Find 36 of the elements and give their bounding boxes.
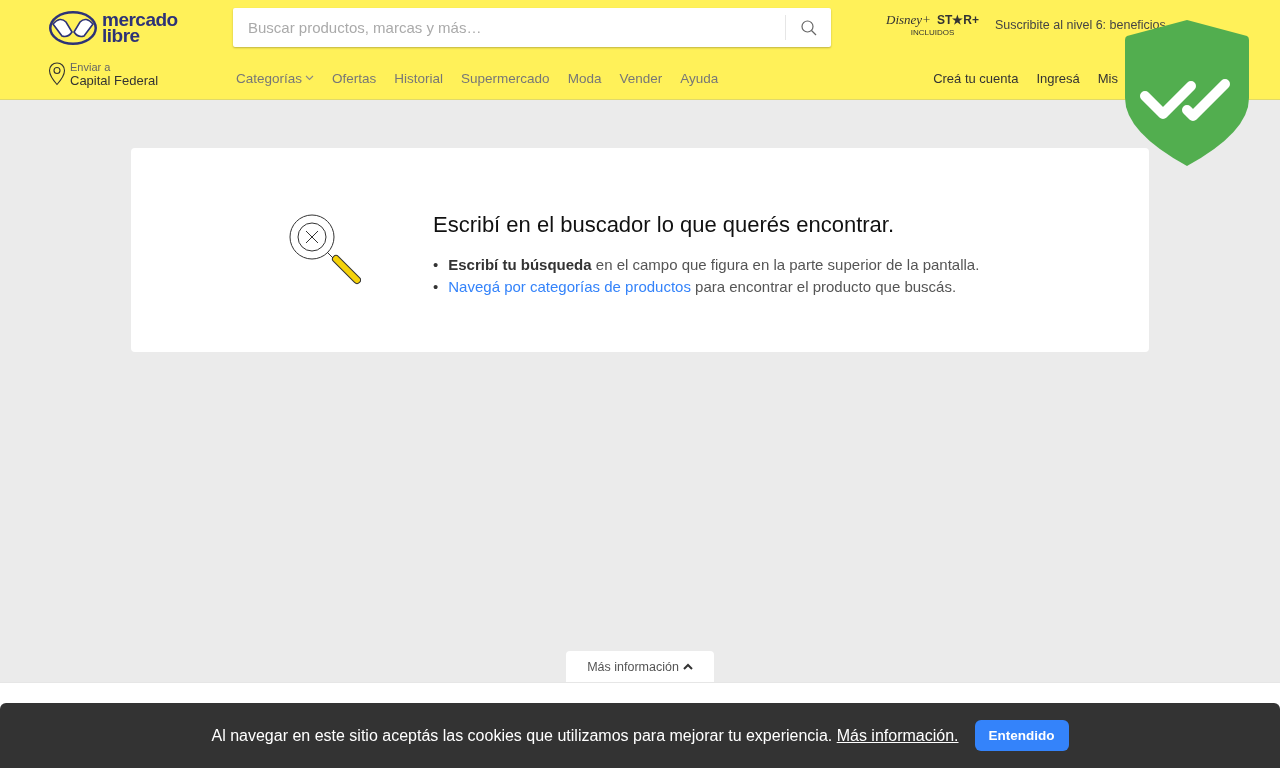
location-value: Capital Federal [70,72,159,88]
brand-caption: INCLUIDOS [910,28,955,37]
logo-text: mercado [102,12,178,28]
nav-link[interactable]: Categorías [236,70,315,86]
nav-link[interactable]: Historial [394,70,444,86]
tip-text: Escribí tu búsqueda en el campo que figura en la parte superior de la pantalla. [448,255,980,275]
location-selector[interactable]: Enviar a Capital Federal [48,60,236,88]
brand-text: ST★R+ [936,13,979,27]
nav-link[interactable]: Moda [567,70,602,86]
brand-text: Disney+ [886,12,931,28]
account-link[interactable]: Ingresá [1036,70,1080,86]
categories-link[interactable]: Navegá por categorías de productos [448,278,691,295]
location-label: Enviar a [70,60,112,73]
empty-state-title: Escribí en el buscador lo que querés encontrar. [433,212,896,238]
more-info-toggle[interactable]: Más información [566,651,714,682]
bullet: • [433,255,439,275]
cookie-text: Al navegar en este sitio aceptás las cookies que utilizamos para mejorar tu experiencia. Más información. [211,726,959,745]
nav-link[interactable]: Vender [619,70,663,86]
account-link[interactable]: Mis [1097,70,1118,86]
bullet: • [433,277,439,297]
accept-button[interactable]: Entendido [974,720,1069,751]
account-link[interactable]: Creá tu cuenta [933,70,1019,86]
chevron-up-icon [682,663,693,670]
logo[interactable]: mercado libre [48,10,233,46]
nav-link[interactable]: Ayuda [680,70,719,86]
magnifier-icon [289,214,361,286]
search-icon [800,19,817,36]
nav-link[interactable]: Supermercado [461,70,550,86]
more-info-link[interactable]: Más información. [836,726,959,744]
chevron-down-icon [305,75,315,81]
location-pin-icon [48,62,66,86]
promo-text: Suscribite al nivel 6: beneficios [994,17,1166,32]
nav-link[interactable]: Ofertas [332,70,377,86]
logo-text: libre [102,28,140,44]
tip-text: Navegá por categorías de productos para encontrar el producto que buscás. [448,277,957,297]
promo-banner[interactable]: Disney+ ST★R+ INCLUIDOS Suscribite al nivel 6: beneficios [886,12,1166,37]
